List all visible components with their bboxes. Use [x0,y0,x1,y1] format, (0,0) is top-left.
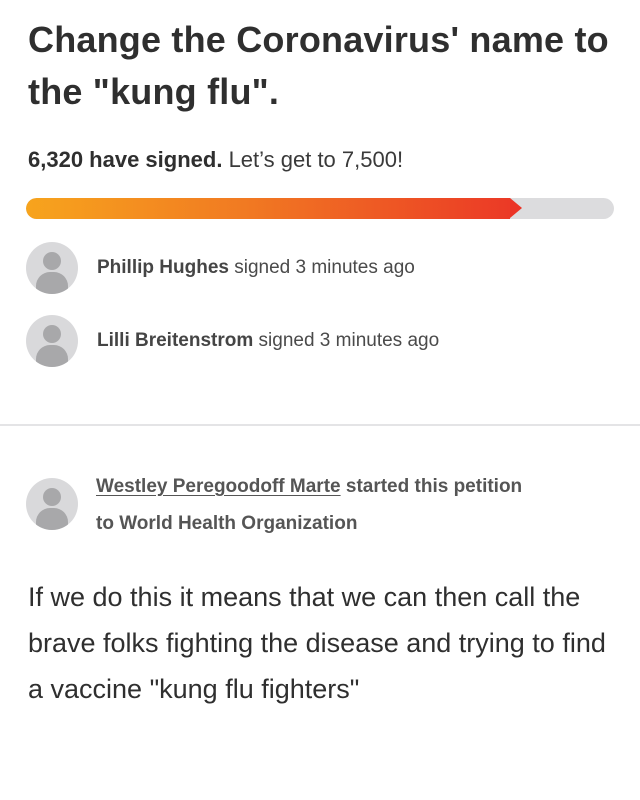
petition-page: Change the Coronavirus' name to the "kun… [0,0,640,800]
goal-text: Let’s get to 7,500! [228,147,404,172]
avatar-head-icon [43,325,61,343]
signer-action: signed 3 minutes ago [258,330,440,351]
signed-count-text: 6,320 have signed. [28,147,223,172]
petition-target: to World Health Organization [96,513,358,534]
recent-signer-row: Phillip Hughes signed 3 minutes ago [26,242,415,294]
signature-progress-bar [26,198,614,219]
signer-action: signed 3 minutes ago [234,257,415,278]
starter-avatar [26,478,78,530]
signer-text: Lilli Breitenstrom signed 3 minutes ago [97,330,439,352]
avatar-head-icon [43,488,61,506]
signature-count: 6,320 have signed. Let’s get to 7,500! [28,145,403,175]
starter-action: started this petition [345,476,523,497]
avatar-body-icon [36,508,68,530]
signer-name: Lilli Breitenstrom [97,330,254,351]
avatar-head-icon [43,252,61,270]
avatar-body-icon [36,272,68,294]
progress-fill [26,198,510,219]
petition-title: Change the Coronavirus' name to the "kun… [28,19,609,112]
section-divider [0,424,640,426]
signer-text: Phillip Hughes signed 3 minutes ago [97,257,415,279]
progress-tip [510,198,522,218]
avatar [26,315,78,367]
recent-signer-row: Lilli Breitenstrom signed 3 minutes ago [26,315,439,367]
petition-body-text: If we do this it means that we can then … [28,582,606,704]
signer-name: Phillip Hughes [97,257,229,278]
avatar-body-icon [36,345,68,367]
starter-info: Westley Peregoodoff Marte started this p… [96,468,626,542]
avatar [26,242,78,294]
starter-name-link[interactable]: Westley Peregoodoff Marte [96,476,341,497]
